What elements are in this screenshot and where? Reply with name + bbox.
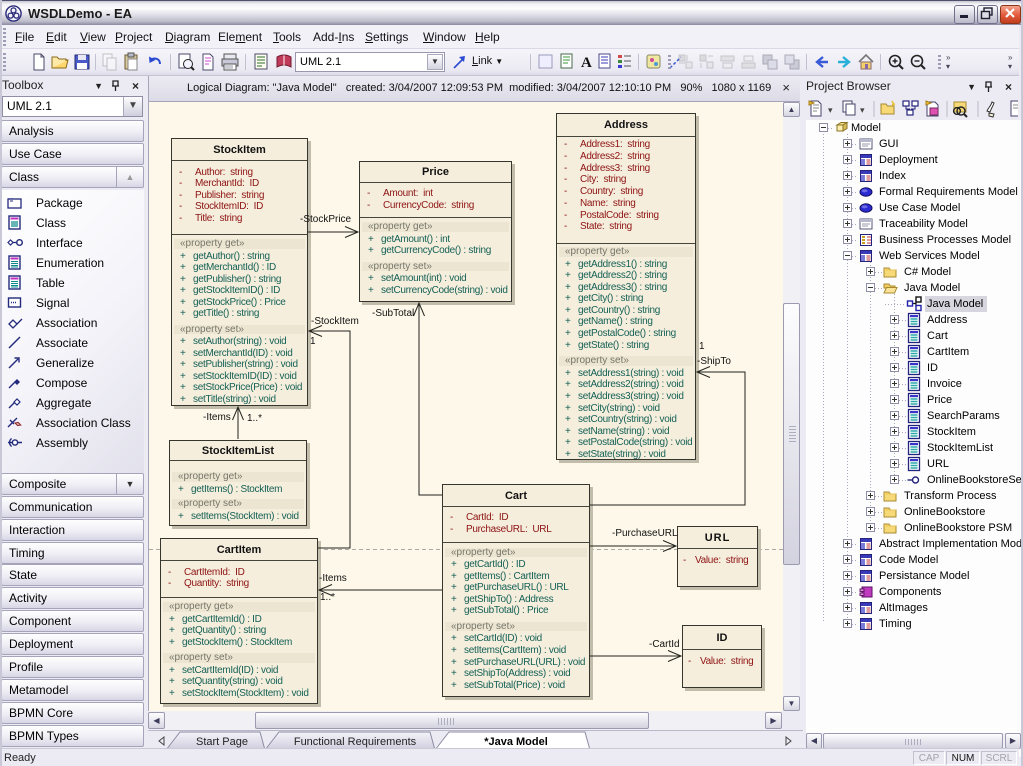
svg-text:A: A bbox=[581, 55, 592, 71]
svg-text:▾: ▾ bbox=[828, 105, 833, 115]
svg-text:*Java Model: *Java Model bbox=[484, 736, 548, 748]
svg-text:Start Page: Start Page bbox=[196, 736, 248, 748]
svg-text:▾: ▾ bbox=[860, 105, 865, 115]
svg-text:Functional Requirements: Functional Requirements bbox=[294, 736, 417, 748]
